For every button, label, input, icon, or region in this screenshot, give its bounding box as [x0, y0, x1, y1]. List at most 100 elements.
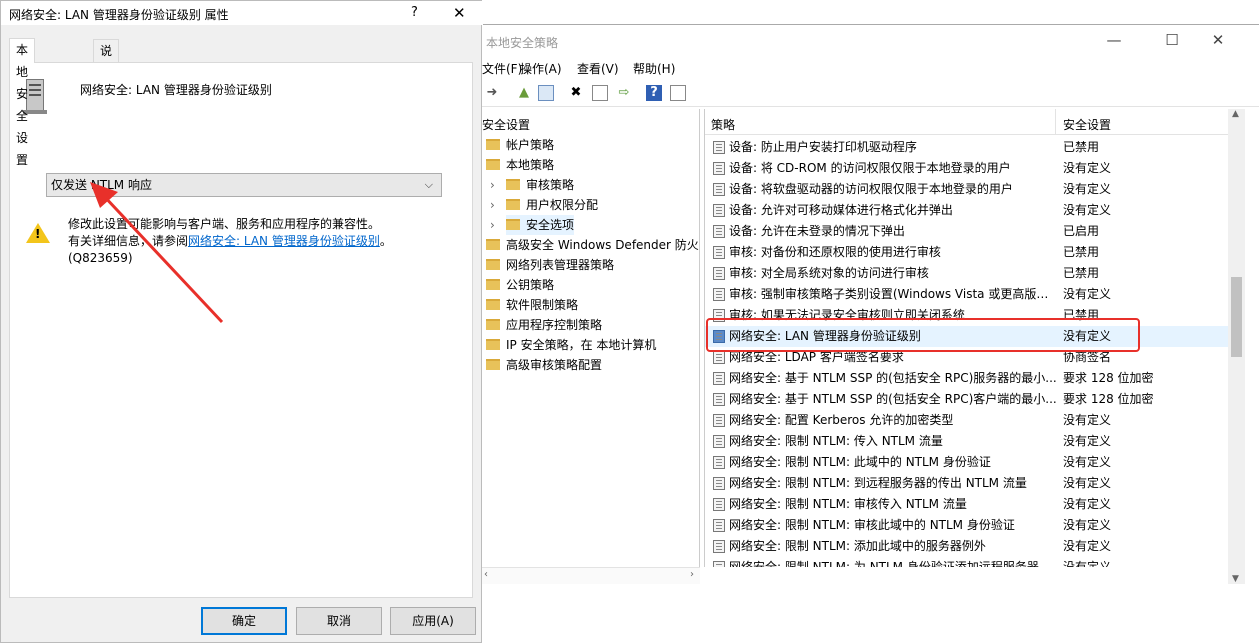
- scroll-down-icon[interactable]: ▼: [1232, 574, 1239, 584]
- toolbar: ➜ ▲ ✖ ⇨ ?: [482, 81, 1259, 107]
- column-header-setting[interactable]: 安全设置: [1063, 116, 1111, 133]
- menu-view[interactable]: 查看(V): [577, 60, 619, 77]
- policy-icon: [713, 267, 725, 280]
- tree-node[interactable]: 软件限制策略: [486, 295, 578, 315]
- tree-node[interactable]: › 审核策略: [490, 175, 574, 195]
- scroll-left-icon[interactable]: ‹: [484, 569, 488, 580]
- column-divider[interactable]: [1055, 109, 1056, 135]
- properties-icon[interactable]: [592, 85, 608, 101]
- warning-line2: 有关详细信息，请参阅网络安全: LAN 管理器身份验证级别。: [68, 233, 458, 250]
- chevron-right-icon[interactable]: ›: [490, 195, 495, 215]
- close-icon[interactable]: ✕: [1206, 31, 1230, 49]
- tree-node-label: 本地策略: [506, 158, 555, 172]
- table-row[interactable]: 审核: 对全局系统对象的访问进行审核 已禁用: [705, 263, 1228, 284]
- table-row[interactable]: 网络安全: 限制 NTLM: 传入 NTLM 流量 没有定义: [705, 431, 1228, 452]
- table-row[interactable]: 网络安全: 限制 NTLM: 到远程服务器的传出 NTLM 流量 没有定义: [705, 473, 1228, 494]
- table-row[interactable]: 网络安全: 限制 NTLM: 为 NTLM 身份验证添加远程服务器... 没有定义: [705, 557, 1228, 567]
- dialog-close-icon[interactable]: ✕: [453, 4, 466, 22]
- chevron-down-icon[interactable]: ⌵: [425, 174, 433, 196]
- tab-explain[interactable]: 说明: [93, 39, 120, 80]
- setting-cell: 没有定义: [1063, 518, 1112, 532]
- tree-node-label: 帐户策略: [506, 138, 555, 152]
- tree-node[interactable]: › 用户权限分配: [490, 195, 599, 215]
- policy-icon: [713, 540, 725, 553]
- tree-horizontal-scrollbar[interactable]: ‹ ›: [482, 567, 700, 584]
- tab-local-security-setting[interactable]: 本地安全设置: [9, 38, 36, 167]
- main-title-bar: 本地安全策略 — ☐ ✕: [482, 25, 1259, 57]
- table-row[interactable]: 设备: 允许在未登录的情况下弹出 已启用: [705, 221, 1228, 242]
- menu-help[interactable]: 帮助(H): [633, 60, 675, 77]
- column-header-policy[interactable]: 策略: [711, 116, 735, 133]
- policy-icon: [713, 162, 725, 175]
- table-row[interactable]: 审核: 强制审核策略子类别设置(Windows Vista 或更高版本... 没有…: [705, 284, 1228, 305]
- setting-cell: 没有定义: [1063, 476, 1112, 490]
- table-row[interactable]: 网络安全: 配置 Kerberos 允许的加密类型 没有定义: [705, 410, 1228, 431]
- chevron-right-icon[interactable]: ›: [490, 215, 495, 235]
- export-icon[interactable]: ⇨: [616, 85, 632, 101]
- scrollbar-thumb[interactable]: [1231, 277, 1242, 357]
- list-header: ⌃ 策略 安全设置: [705, 109, 1228, 135]
- menu-file[interactable]: 文件(F): [482, 60, 522, 77]
- cancel-button[interactable]: 取消: [296, 607, 382, 635]
- tree-node[interactable]: 帐户策略: [486, 135, 554, 155]
- highlight-box: [706, 318, 1140, 352]
- table-row[interactable]: 网络安全: 限制 NTLM: 此域中的 NTLM 身份验证 没有定义: [705, 452, 1228, 473]
- help-button[interactable]: ?: [411, 5, 418, 20]
- table-row[interactable]: 网络安全: 限制 NTLM: 审核此域中的 NTLM 身份验证 没有定义: [705, 515, 1228, 536]
- folder-icon: [486, 239, 500, 250]
- setting-cell: 没有定义: [1063, 287, 1112, 301]
- table-row[interactable]: 网络安全: 限制 NTLM: 添加此域中的服务器例外 没有定义: [705, 536, 1228, 557]
- table-row[interactable]: 网络安全: 基于 NTLM SSP 的(包括安全 RPC)服务器的最小... 要求…: [705, 368, 1228, 389]
- help-icon[interactable]: ?: [646, 85, 662, 101]
- policy-icon: [713, 372, 725, 385]
- policy-cell: 审核: 强制审核策略子类别设置(Windows Vista 或更高版本...: [729, 287, 1057, 301]
- tree-node[interactable]: 公钥策略: [486, 275, 554, 295]
- minimize-icon[interactable]: —: [1102, 31, 1126, 49]
- list-vertical-scrollbar[interactable]: ▲ ▼: [1228, 109, 1245, 584]
- policy-icon: [713, 498, 725, 511]
- policy-name: 网络安全: LAN 管理器身份验证级别: [80, 83, 272, 97]
- table-row[interactable]: 设备: 防止用户安装打印机驱动程序 已禁用: [705, 137, 1228, 158]
- menu-action[interactable]: 操作(A): [520, 60, 562, 77]
- scroll-right-icon[interactable]: ›: [690, 569, 694, 580]
- up-folder-icon[interactable]: ▲: [516, 85, 532, 101]
- forward-icon[interactable]: ➜: [484, 85, 500, 101]
- tree-node[interactable]: 高级审核策略配置: [486, 355, 602, 375]
- show-tree-icon[interactable]: [538, 85, 554, 101]
- table-row[interactable]: 设备: 将软盘驱动器的访问权限仅限于本地登录的用户 没有定义: [705, 179, 1228, 200]
- policy-icon: [713, 183, 725, 196]
- table-row[interactable]: 设备: 允许对可移动媒体进行格式化并弹出 没有定义: [705, 200, 1228, 221]
- tree-node[interactable]: 本地策略: [486, 155, 554, 175]
- folder-icon: [506, 179, 520, 190]
- tree-node[interactable]: 安全设置: [482, 115, 530, 135]
- tree-node[interactable]: 高级安全 Windows Defender 防火墙: [486, 235, 699, 255]
- folder-icon: [486, 339, 500, 350]
- tree-node[interactable]: › 安全选项: [490, 215, 575, 235]
- setting-cell: 没有定义: [1063, 455, 1112, 469]
- folder-icon: [486, 259, 500, 270]
- view-icon[interactable]: [670, 85, 686, 101]
- ok-button[interactable]: 确定: [201, 607, 287, 635]
- setting-cell: 没有定义: [1063, 560, 1112, 567]
- warning-link[interactable]: 网络安全: LAN 管理器身份验证级别: [188, 234, 380, 248]
- table-row[interactable]: 设备: 将 CD-ROM 的访问权限仅限于本地登录的用户 没有定义: [705, 158, 1228, 179]
- chevron-right-icon[interactable]: ›: [490, 175, 495, 195]
- table-row[interactable]: 网络安全: 基于 NTLM SSP 的(包括安全 RPC)客户端的最小... 要求…: [705, 389, 1228, 410]
- maximize-icon[interactable]: ☐: [1160, 31, 1184, 49]
- tree-node-label: 用户权限分配: [526, 198, 599, 212]
- auth-level-select[interactable]: 仅发送 NTLM 响应 ⌵: [46, 173, 442, 197]
- scroll-up-icon[interactable]: ▲: [1232, 109, 1239, 119]
- policy-icon: [713, 477, 725, 490]
- policy-cell: 网络安全: 限制 NTLM: 添加此域中的服务器例外: [729, 539, 986, 553]
- table-row[interactable]: 网络安全: 限制 NTLM: 审核传入 NTLM 流量 没有定义: [705, 494, 1228, 515]
- table-row[interactable]: 审核: 对备份和还原权限的使用进行审核 已禁用: [705, 242, 1228, 263]
- delete-icon[interactable]: ✖: [568, 85, 584, 101]
- setting-cell: 没有定义: [1063, 182, 1112, 196]
- tree-node[interactable]: IP 安全策略，在 本地计算机: [486, 335, 656, 355]
- tree-node[interactable]: 应用程序控制策略: [486, 315, 602, 335]
- folder-icon: [486, 159, 500, 170]
- tree-node-label: 公钥策略: [506, 278, 555, 292]
- setting-cell: 没有定义: [1063, 539, 1112, 553]
- tree-node[interactable]: 网络列表管理器策略: [486, 255, 614, 275]
- apply-button[interactable]: 应用(A): [390, 607, 476, 635]
